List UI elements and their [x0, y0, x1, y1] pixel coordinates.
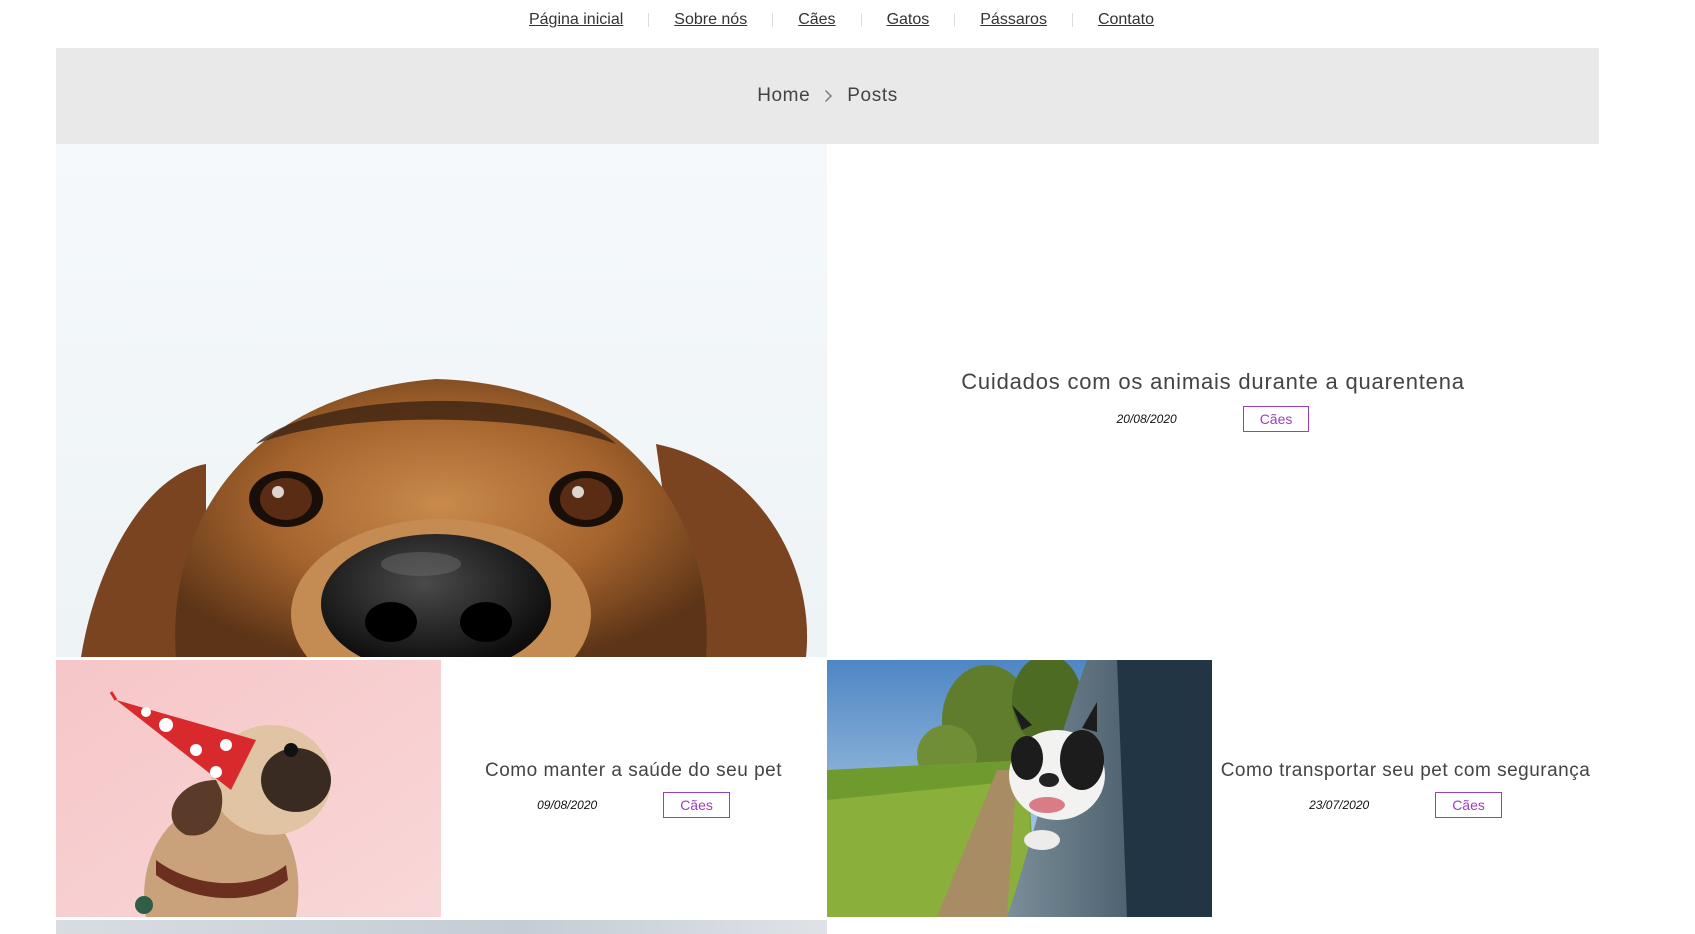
post-date: 23/07/2020: [1309, 797, 1370, 812]
post-meta: 20/08/2020 Cães: [1117, 406, 1310, 432]
post-image-pug-party-hat[interactable]: [56, 660, 441, 917]
category-tag[interactable]: Cães: [663, 791, 730, 818]
breadcrumb-home-link[interactable]: Home: [757, 85, 810, 107]
post-card: Como manter a saúde do seu pet 09/08/202…: [441, 660, 826, 917]
nav-link-birds[interactable]: Pássaros: [955, 11, 1072, 29]
nav-link-home[interactable]: Página inicial: [504, 11, 648, 29]
post-meta: 09/08/2020 Cães: [537, 791, 730, 818]
chevron-right-icon: [824, 89, 833, 103]
post-date: 20/08/2020: [1116, 412, 1177, 426]
main-nav: Página inicial Sobre nós Cães Gatos Páss…: [0, 0, 1695, 40]
category-tag[interactable]: Cães: [1435, 791, 1502, 818]
post-meta: 23/07/2020 Cães: [1309, 791, 1502, 818]
post-image-dog-car-window[interactable]: [827, 660, 1212, 917]
post-image-dog-closeup[interactable]: [56, 144, 827, 657]
nav-link-about[interactable]: Sobre nós: [649, 11, 772, 29]
post-title[interactable]: Como transportar seu pet com segurança: [1221, 760, 1591, 782]
nav-link-cats[interactable]: Gatos: [862, 11, 955, 29]
breadcrumb: Home Posts: [56, 48, 1599, 144]
post-date: 09/08/2020: [537, 797, 598, 812]
main-nav-list: Página inicial Sobre nós Cães Gatos Páss…: [504, 11, 1179, 29]
breadcrumb-current: Posts: [847, 85, 898, 106]
post-title[interactable]: Cuidados com os animais durante a quaren…: [961, 369, 1465, 395]
featured-post: Cuidados com os animais durante a quaren…: [827, 144, 1599, 657]
nav-link-dogs[interactable]: Cães: [773, 11, 860, 29]
post-card: Como transportar seu pet com segurança 2…: [1212, 660, 1599, 917]
category-tag[interactable]: Cães: [1242, 406, 1310, 432]
post-image-partial[interactable]: [56, 920, 827, 934]
post-title[interactable]: Como manter a saúde do seu pet: [485, 760, 782, 782]
nav-link-contact[interactable]: Contato: [1073, 11, 1179, 29]
